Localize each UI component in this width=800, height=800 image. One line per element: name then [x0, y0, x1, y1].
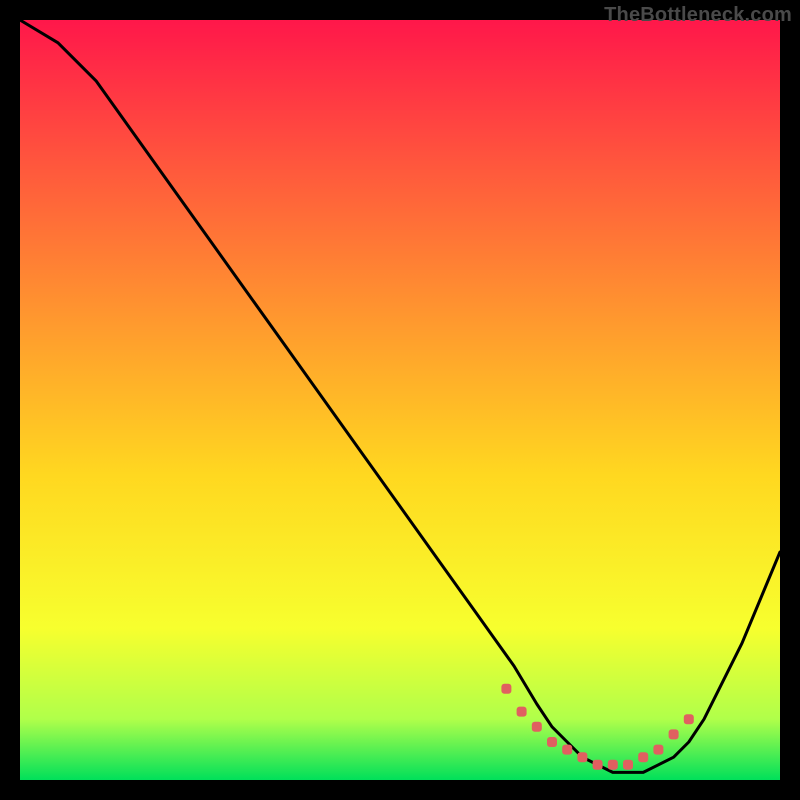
curve-marker: [562, 745, 572, 755]
curve-marker: [547, 737, 557, 747]
curve-marker: [517, 707, 527, 717]
chart-stage: TheBottleneck.com: [0, 0, 800, 800]
curve-marker: [577, 752, 587, 762]
bottleneck-curve: [20, 20, 780, 772]
curve-markers: [501, 684, 693, 770]
curve-marker: [684, 714, 694, 724]
curve-marker: [653, 745, 663, 755]
curve-overlay: [20, 20, 780, 780]
curve-marker: [593, 760, 603, 770]
curve-marker: [532, 722, 542, 732]
curve-marker: [623, 760, 633, 770]
curve-marker: [501, 684, 511, 694]
curve-marker: [608, 760, 618, 770]
watermark-text: TheBottleneck.com: [604, 4, 792, 27]
curve-marker: [669, 729, 679, 739]
curve-marker: [638, 752, 648, 762]
